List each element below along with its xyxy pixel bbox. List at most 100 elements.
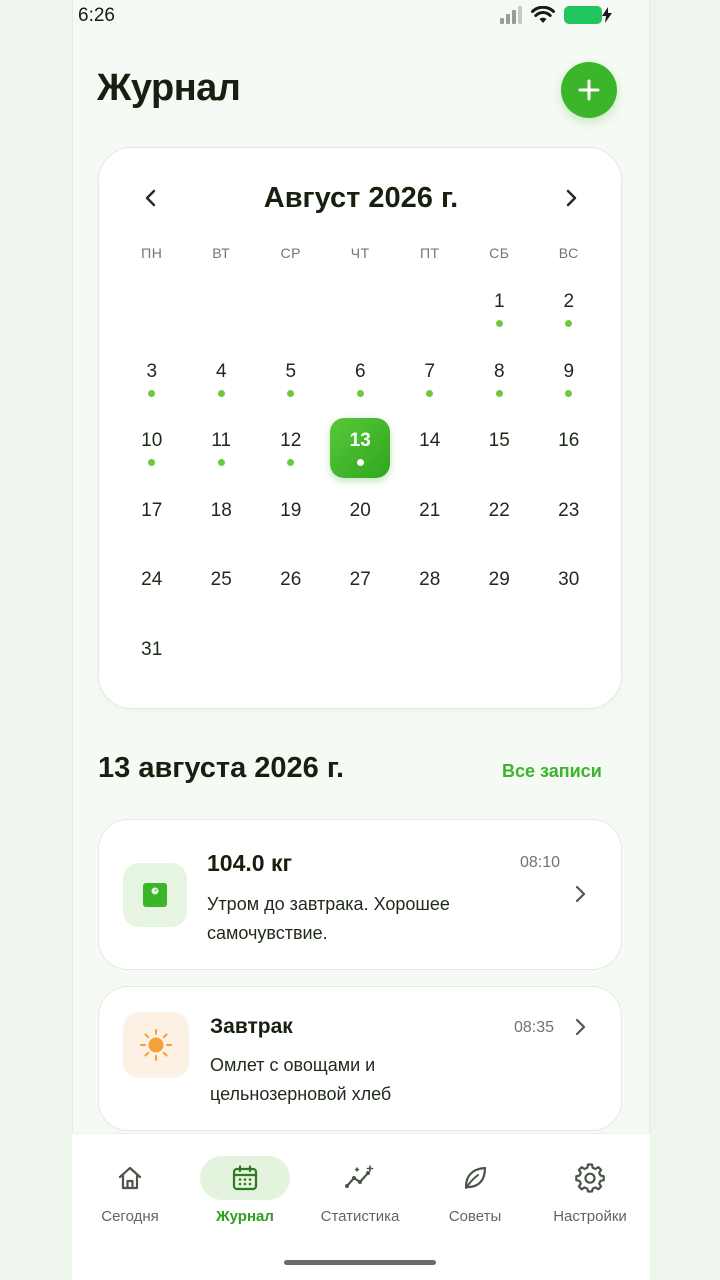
chevron-right-icon: [575, 1018, 586, 1036]
gear-icon: [575, 1163, 605, 1193]
weekday-label: ВС: [558, 245, 579, 261]
calendar-day[interactable]: 13: [326, 418, 396, 492]
calendar-day[interactable]: 9: [534, 353, 604, 423]
weekday-label: СР: [280, 245, 301, 261]
calendar-day[interactable]: 10: [117, 422, 187, 492]
calendar-day-number: 9: [563, 360, 575, 382]
calendar-day[interactable]: 24: [117, 561, 187, 631]
calendar-day[interactable]: 5: [256, 353, 326, 423]
calendar-day[interactable]: 22: [465, 492, 535, 562]
plus-icon: [578, 79, 600, 101]
entry-indicator-dot: [495, 320, 503, 327]
calendar-day[interactable]: 12: [256, 422, 326, 492]
calendar-day[interactable]: 6: [326, 353, 396, 423]
leaf-icon: [464, 1166, 487, 1189]
nav-label: Журнал: [216, 1208, 274, 1225]
calendar-day[interactable]: 23: [534, 492, 604, 562]
calendar-day-number: 23: [558, 499, 580, 521]
calendar-day[interactable]: 17: [117, 492, 187, 562]
weekday-label: ВТ: [212, 245, 231, 261]
calendar-day-number: 8: [493, 360, 505, 382]
nav-icon-box: [85, 1156, 175, 1200]
calendar-month-label: Август 2026 г.: [263, 182, 459, 214]
calendar-day[interactable]: 31: [117, 631, 187, 701]
calendar-day[interactable]: 16: [534, 422, 604, 492]
calendar-day[interactable]: 28: [395, 561, 465, 631]
calendar-day[interactable]: 27: [326, 561, 396, 631]
add-entry-button[interactable]: [561, 62, 617, 118]
calendar-day-number: 11: [211, 430, 232, 451]
entry-indicator-dot: [217, 459, 225, 466]
nav-item-tips[interactable]: Советы: [417, 1134, 533, 1244]
calendar-day[interactable]: 2: [534, 283, 604, 353]
calendar-day-number: 1: [493, 291, 505, 312]
calendar-day[interactable]: 3: [117, 353, 187, 423]
signal-icon: [500, 6, 522, 24]
nav-item-journal[interactable]: Журнал: [187, 1134, 303, 1244]
entry-indicator-dot: [287, 459, 295, 466]
calendar-day[interactable]: 25: [187, 561, 257, 631]
calendar-day-number: 13: [349, 430, 371, 451]
chevron-right-icon: [575, 885, 586, 903]
calendar-day[interactable]: 15: [465, 422, 535, 492]
calendar-day-number: 28: [419, 569, 441, 590]
calendar-day-empty: [256, 283, 326, 353]
calendar-day[interactable]: 21: [395, 492, 465, 562]
calendar-day-number: 21: [419, 499, 441, 521]
home-icon: [118, 1166, 142, 1190]
calendar-days-grid: 1 2 3 4 5 6 7 8 9 10 11 12 13 14 15 16 17 18 19 20 21 22 23 24 2…: [117, 283, 605, 700]
calendar-day[interactable]: 26: [256, 561, 326, 631]
calendar-day-number: 31: [141, 638, 163, 660]
nav-label: Советы: [448, 1208, 502, 1225]
calendar-day[interactable]: 1: [465, 283, 535, 353]
chevron-right-icon: [566, 189, 577, 207]
nav-icon-box: [315, 1156, 405, 1200]
calendar-day-number: 19: [280, 499, 302, 521]
calendar-day[interactable]: 7: [395, 353, 465, 423]
calendar-day-number: 20: [349, 499, 371, 521]
nav-icon-box: [200, 1156, 290, 1200]
entry-indicator-dot: [426, 389, 434, 397]
calendar-day[interactable]: 20: [326, 492, 396, 562]
entry-indicator-dot: [356, 459, 364, 466]
entry-indicator-dot: [148, 389, 156, 397]
entry-card[interactable]: Завтрак 08:35 Омлет с овощами и цельнозе…: [98, 986, 622, 1131]
calendar-day[interactable]: 19: [256, 492, 326, 562]
nav-item-statistics[interactable]: Статистика: [302, 1134, 418, 1244]
weekday-label: ЧТ: [350, 245, 370, 261]
weekday-label: ПТ: [419, 245, 440, 261]
calendar-day[interactable]: 8: [465, 353, 535, 423]
all-entries-link[interactable]: Все записи: [502, 761, 602, 782]
calendar-day[interactable]: 30: [534, 561, 604, 631]
next-month-button[interactable]: [559, 184, 583, 212]
calendar-day[interactable]: 14: [395, 422, 465, 492]
calendar-day-number: 6: [354, 360, 366, 382]
entry-card[interactable]: 104.0 кг 08:10 Утром до завтрака. Хороше…: [98, 819, 622, 970]
nav-item-today[interactable]: Сегодня: [72, 1134, 188, 1244]
nav-label: Настройки: [553, 1208, 627, 1225]
calendar-day-number: 4: [215, 360, 227, 382]
entry-indicator-dot: [148, 459, 156, 466]
entry-icon-box: [123, 863, 187, 927]
nav-item-settings[interactable]: Настройки: [532, 1134, 648, 1244]
scale-icon: [143, 883, 167, 907]
calendar-day-number: 30: [558, 569, 580, 590]
calendar-day[interactable]: 4: [187, 353, 257, 423]
calendar-day-number: 15: [488, 430, 510, 451]
home-indicator[interactable]: [284, 1260, 436, 1265]
calendar-day-number: 16: [558, 430, 580, 451]
weekday-label: ПН: [141, 245, 163, 261]
calendar-day-number: 10: [141, 430, 163, 451]
calendar-day[interactable]: 29: [465, 561, 535, 631]
entry-indicator-dot: [565, 389, 573, 397]
nav-label: Статистика: [320, 1208, 400, 1225]
calendar-day-number: 12: [280, 430, 302, 451]
entry-indicator-dot: [356, 389, 364, 397]
calendar-day[interactable]: 18: [187, 492, 257, 562]
calendar-day-number: 22: [488, 499, 510, 521]
calendar-day-empty: [395, 283, 465, 353]
entry-time: 08:35: [514, 1019, 555, 1036]
calendar-day[interactable]: 11: [187, 422, 257, 492]
calendar-card: Август 2026 г. ПН ВТ СР ЧТ ПТ СБ ВС 1234…: [98, 147, 622, 709]
bottom-navigation: Сегодня Журнал Статистика Советы Настрой…: [72, 1133, 650, 1280]
